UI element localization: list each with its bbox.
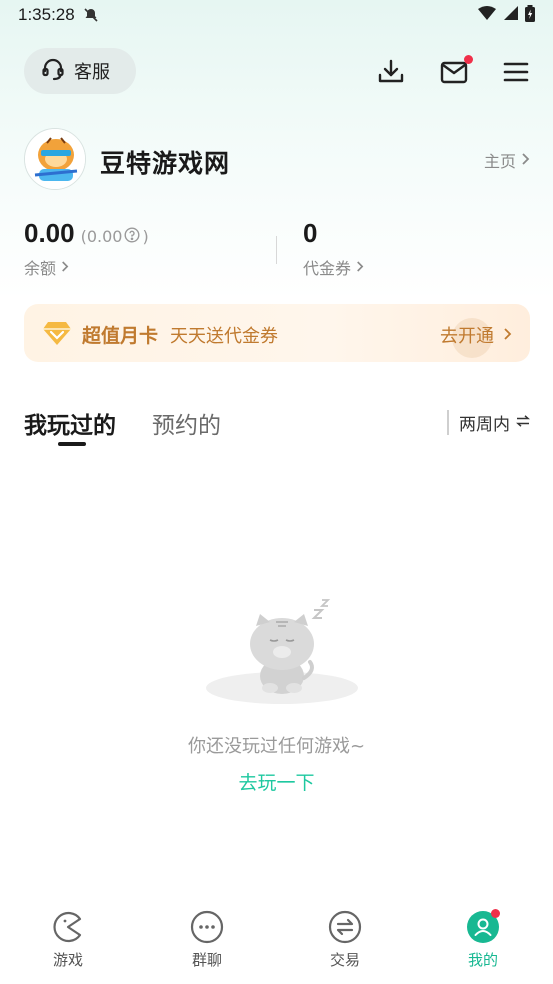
tab-played[interactable]: 我玩过的 xyxy=(24,406,116,440)
nav-trade-label: 交易 xyxy=(329,951,360,969)
monthly-card-subtitle: 天天送代金券 xyxy=(170,326,278,347)
customer-service-button[interactable]: 客服 xyxy=(24,48,136,94)
swap-icon xyxy=(516,413,530,433)
nav-games-label: 游戏 xyxy=(52,951,83,969)
nav-mine-label: 我的 xyxy=(467,951,498,969)
balance-label-row: 余额 xyxy=(24,255,149,279)
activate-label: 去开通 xyxy=(440,326,494,347)
user-icon xyxy=(466,909,500,944)
exchange-icon xyxy=(328,910,362,944)
download-icon[interactable] xyxy=(376,57,406,87)
mine-badge xyxy=(491,909,500,918)
headset-icon xyxy=(40,56,66,87)
balance-stat[interactable]: 0.00 (0.00 ) 余额 xyxy=(24,218,149,279)
tab-reserved[interactable]: 预约的 xyxy=(152,406,221,440)
diamond-icon xyxy=(42,319,72,351)
nav-group-chat-label: 群聊 xyxy=(191,951,222,969)
customer-service-label: 客服 xyxy=(74,62,110,83)
wifi-icon xyxy=(477,5,497,25)
go-play-link[interactable]: 去玩一下 xyxy=(0,768,553,795)
status-bar: 1:35:28 xyxy=(0,0,553,30)
nav-item-games[interactable]: 游戏 xyxy=(23,910,113,970)
voucher-value: 0 xyxy=(303,218,318,248)
nav-item-group-chat[interactable]: 群聊 xyxy=(162,910,252,970)
voucher-label-row: 代金券 xyxy=(303,255,364,279)
site-name: 豆特游戏网 xyxy=(100,149,231,178)
profile-header: 豆特游戏网 主页 xyxy=(24,128,530,192)
games-tabs: 我玩过的 预约的 两周内 xyxy=(24,400,530,450)
sleeping-tiger-illustration xyxy=(204,596,360,708)
status-time: 1:35:28 xyxy=(18,5,75,24)
chevron-right-icon xyxy=(502,325,512,346)
top-bar: 客服 xyxy=(0,44,553,98)
balance-label: 余额 xyxy=(24,259,57,278)
empty-state-message: 你还没玩过任何游戏~ xyxy=(187,736,366,757)
stats-divider xyxy=(276,236,277,264)
home-link-label: 主页 xyxy=(483,152,516,171)
help-circle-icon[interactable] xyxy=(124,226,140,247)
time-filter[interactable]: 两周内 xyxy=(447,410,530,435)
chat-dots-icon xyxy=(190,910,224,944)
pacman-icon xyxy=(51,910,85,944)
battery-icon xyxy=(525,4,535,26)
activate-button[interactable]: 去开通 xyxy=(440,322,512,348)
nav-item-trade[interactable]: 交易 xyxy=(300,910,390,970)
monthly-card-title: 超值月卡 xyxy=(82,325,159,347)
voucher-label: 代金券 xyxy=(303,259,352,278)
bottom-navigation: 游戏 群聊 交易 我的 xyxy=(0,896,553,984)
mail-badge xyxy=(464,55,473,64)
avatar[interactable] xyxy=(24,128,86,190)
signal-icon xyxy=(503,5,519,25)
account-stats: 0.00 (0.00 ) 余额 0 代金券 xyxy=(24,218,530,282)
chevron-right-icon xyxy=(520,151,530,170)
chevron-right-icon xyxy=(355,258,364,277)
monthly-card-banner[interactable]: 超值月卡 天天送代金券 去开通 xyxy=(24,304,530,362)
balance-sub-end: ) xyxy=(142,227,149,246)
nav-item-mine[interactable]: 我的 xyxy=(438,909,528,970)
balance-value: 0.00 xyxy=(24,218,75,248)
time-filter-label: 两周内 xyxy=(459,415,510,435)
notification-muted-icon xyxy=(83,7,99,23)
chevron-right-icon xyxy=(60,258,69,277)
balance-sub-value: (0.00 xyxy=(80,227,123,246)
active-tab-indicator xyxy=(58,442,86,446)
menu-icon[interactable] xyxy=(501,57,531,87)
balance-sub: (0.00 ) xyxy=(80,226,149,247)
mail-icon[interactable] xyxy=(439,55,473,87)
home-link[interactable]: 主页 xyxy=(484,148,530,172)
voucher-stat[interactable]: 0 代金券 xyxy=(303,218,364,279)
